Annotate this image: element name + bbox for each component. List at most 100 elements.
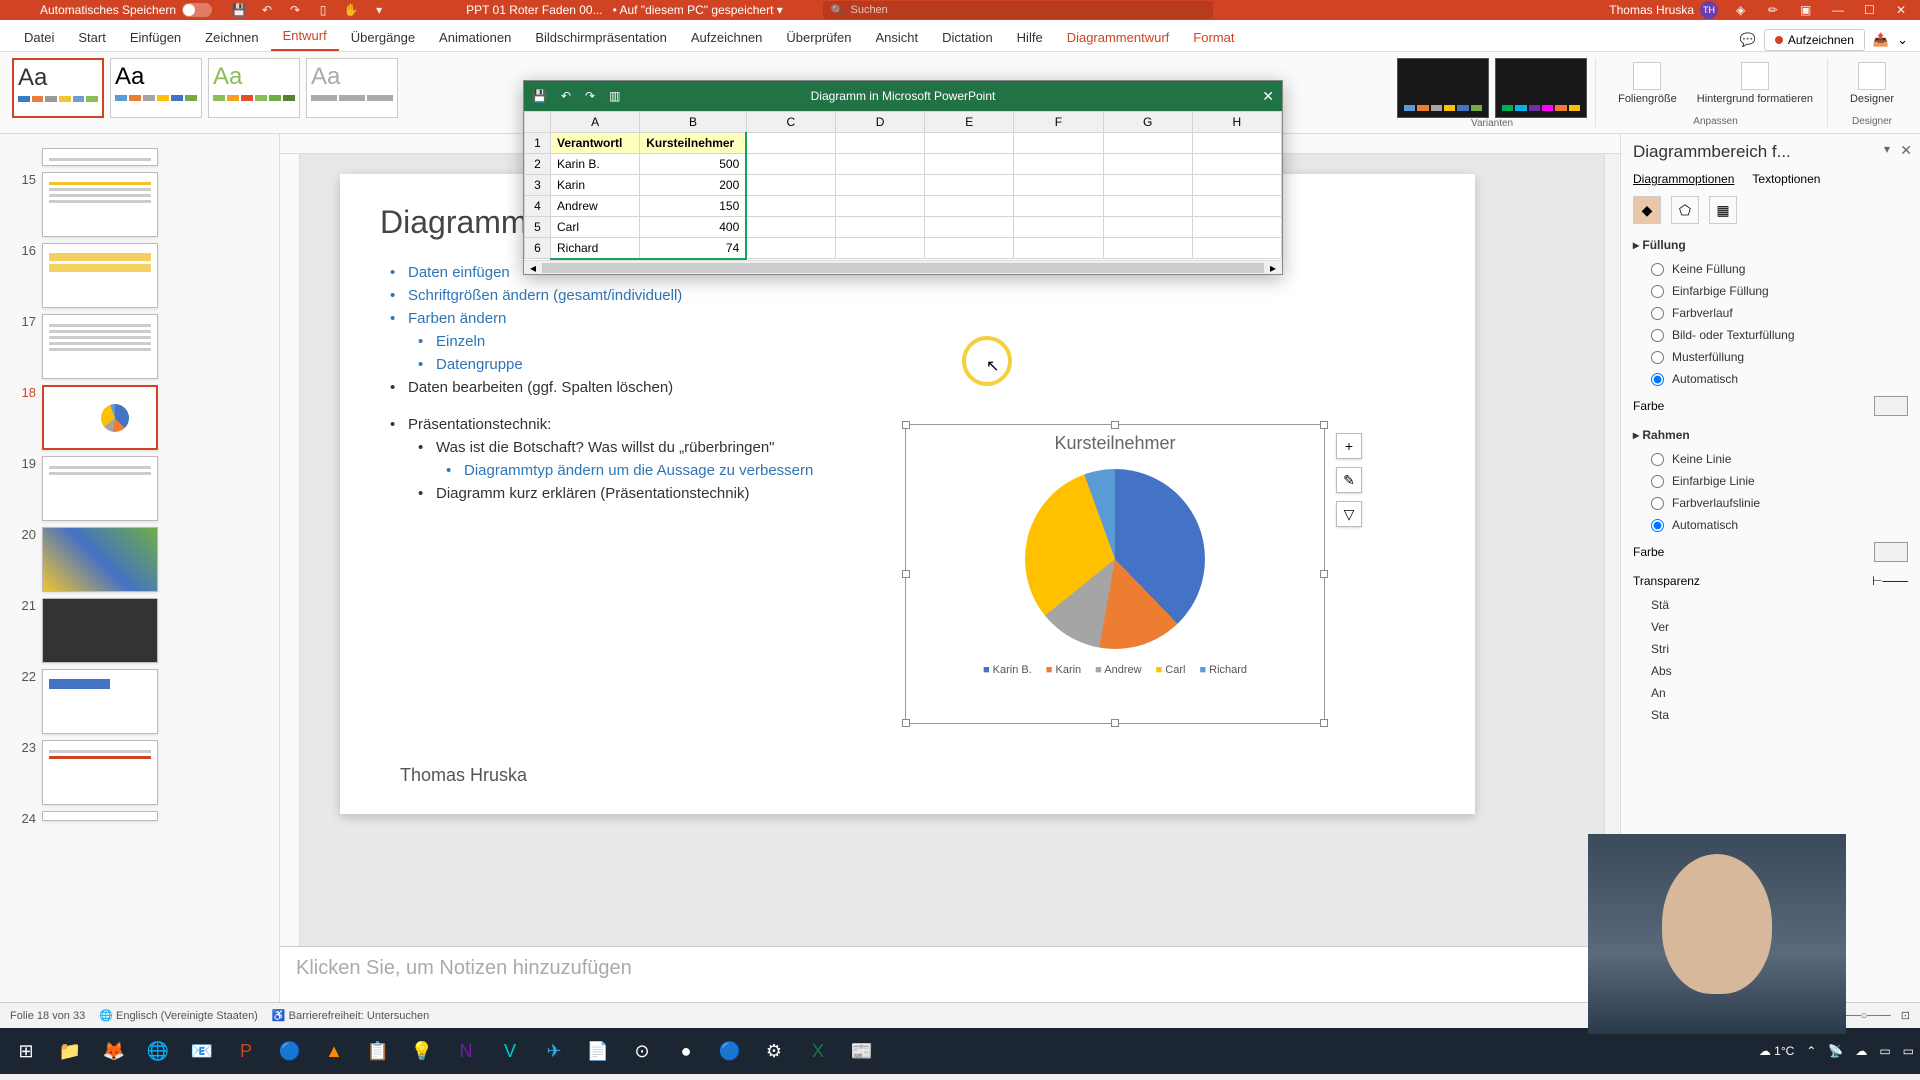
chart-style-button[interactable]: ✎: [1336, 467, 1362, 493]
cell[interactable]: [1014, 175, 1103, 196]
slide-item-15[interactable]: 15: [14, 172, 265, 237]
cell[interactable]: Karin: [551, 175, 640, 196]
transparency-row[interactable]: Transparenz⊢───: [1633, 568, 1908, 594]
cell[interactable]: [1103, 175, 1192, 196]
save-icon[interactable]: 💾: [232, 3, 246, 17]
slide-item-17[interactable]: 17: [14, 314, 265, 379]
touch-icon[interactable]: ✋: [344, 3, 358, 17]
tab-dictation[interactable]: Dictation: [930, 24, 1005, 51]
resize-handle[interactable]: [1320, 719, 1328, 727]
undo-icon[interactable]: ↶: [260, 3, 274, 17]
variant-thumb-1[interactable]: [1397, 58, 1489, 118]
fill-opt-pattern[interactable]: Musterfüllung: [1633, 346, 1908, 368]
cell[interactable]: [746, 217, 835, 238]
tab-datei[interactable]: Datei: [12, 24, 66, 51]
telegram-icon[interactable]: ✈: [534, 1031, 574, 1071]
col-header[interactable]: A: [551, 112, 640, 133]
slide-item-20[interactable]: 20: [14, 527, 265, 592]
effects-icon[interactable]: ⬠: [1671, 196, 1699, 224]
chart-title[interactable]: Kursteilnehmer: [906, 425, 1324, 454]
cell[interactable]: [1192, 175, 1281, 196]
border-opt-none[interactable]: Keine Linie: [1633, 448, 1908, 470]
color-swatch[interactable]: [1874, 542, 1908, 562]
cell[interactable]: [1103, 154, 1192, 175]
onedrive-icon[interactable]: ☁: [1855, 1044, 1867, 1058]
app-icon[interactable]: 📰: [842, 1031, 882, 1071]
app-icon[interactable]: 📄: [578, 1031, 618, 1071]
fill-opt-gradient[interactable]: Farbverlauf: [1633, 302, 1908, 324]
border-color-row[interactable]: Farbe: [1633, 536, 1908, 568]
cell[interactable]: 150: [640, 196, 747, 217]
redo-icon[interactable]: ↷: [288, 3, 302, 17]
cell[interactable]: [835, 217, 924, 238]
tray-icon[interactable]: ▭: [1903, 1044, 1914, 1058]
tab-diagrammentwurf[interactable]: Diagrammentwurf: [1055, 24, 1182, 51]
chart-object[interactable]: Kursteilnehmer Karin B. Karin Andrew Car…: [905, 424, 1325, 724]
explorer-icon[interactable]: 📁: [50, 1031, 90, 1071]
pie-chart[interactable]: [1025, 469, 1205, 649]
cell[interactable]: [1014, 133, 1103, 154]
section-fill[interactable]: ▸ Füllung: [1633, 238, 1908, 252]
slide-item-18[interactable]: 18: [14, 385, 265, 450]
app-icon[interactable]: V: [490, 1031, 530, 1071]
format-bg-button[interactable]: Hintergrund formatieren: [1691, 58, 1819, 109]
tray-icon[interactable]: 📡: [1828, 1044, 1843, 1058]
cell[interactable]: Carl: [551, 217, 640, 238]
row-header[interactable]: 1: [525, 133, 551, 154]
slideshow-icon[interactable]: ▯: [316, 3, 330, 17]
cell[interactable]: [746, 238, 835, 259]
slide-item-16[interactable]: 16: [14, 243, 265, 308]
slide-item-14p[interactable]: [14, 148, 265, 166]
app-icon[interactable]: ⊙: [622, 1031, 662, 1071]
pane-tab-options[interactable]: Diagrammoptionen: [1633, 172, 1734, 186]
resize-handle[interactable]: [1111, 719, 1119, 727]
cell[interactable]: Richard: [551, 238, 640, 259]
slide-item-19[interactable]: 19: [14, 456, 265, 521]
outlook-icon[interactable]: 📧: [182, 1031, 222, 1071]
cell[interactable]: [925, 238, 1014, 259]
col-header[interactable]: D: [835, 112, 924, 133]
cell[interactable]: Karin B.: [551, 154, 640, 175]
cell[interactable]: [925, 217, 1014, 238]
notes-pane[interactable]: Klicken Sie, um Notizen hinzuzufügen: [280, 946, 1620, 1002]
close-icon[interactable]: ✕: [1900, 142, 1912, 159]
cell[interactable]: [835, 133, 924, 154]
fill-line-icon[interactable]: ◆: [1633, 196, 1661, 224]
cell[interactable]: [925, 133, 1014, 154]
excel-title-bar[interactable]: 💾 ↶ ↷ ▥ Diagramm in Microsoft PowerPoint…: [524, 81, 1282, 111]
fit-icon[interactable]: ⊡: [1901, 1009, 1910, 1022]
cell[interactable]: [1014, 238, 1103, 259]
resize-handle[interactable]: [902, 421, 910, 429]
tab-ueberpruefen[interactable]: Überprüfen: [774, 24, 863, 51]
cell[interactable]: [925, 154, 1014, 175]
col-header[interactable]: G: [1103, 112, 1192, 133]
tab-format[interactable]: Format: [1181, 24, 1246, 51]
cell[interactable]: [1192, 238, 1281, 259]
tab-ansicht[interactable]: Ansicht: [863, 24, 930, 51]
cell[interactable]: [835, 196, 924, 217]
vlc-icon[interactable]: ▲: [314, 1031, 354, 1071]
size-props-icon[interactable]: ▦: [1709, 196, 1737, 224]
slide-item-21[interactable]: 21: [14, 598, 265, 663]
cell[interactable]: Verantwortl: [551, 133, 640, 154]
resize-handle[interactable]: [902, 719, 910, 727]
section-border[interactable]: ▸ Rahmen: [1633, 428, 1908, 442]
cell[interactable]: [746, 196, 835, 217]
col-header[interactable]: C: [746, 112, 835, 133]
settings-icon[interactable]: ⚙: [754, 1031, 794, 1071]
cell[interactable]: Andrew: [551, 196, 640, 217]
tab-zeichnen[interactable]: Zeichnen: [193, 24, 270, 51]
app-icon[interactable]: ●: [666, 1031, 706, 1071]
row-header[interactable]: 5: [525, 217, 551, 238]
theme-thumb-1[interactable]: Aa: [12, 58, 104, 118]
start-icon[interactable]: ⊞: [6, 1031, 46, 1071]
col-header[interactable]: H: [1192, 112, 1281, 133]
excel-grid[interactable]: A B C D E F G H 1 Verantwortl Kursteilne…: [524, 111, 1282, 274]
more-icon[interactable]: ▾: [372, 3, 386, 17]
cell[interactable]: 400: [640, 217, 747, 238]
app-icon[interactable]: 🔵: [710, 1031, 750, 1071]
border-opt-gradient[interactable]: Farbverlaufslinie: [1633, 492, 1908, 514]
resize-handle[interactable]: [902, 570, 910, 578]
collapse-icon[interactable]: ▾: [1884, 142, 1890, 156]
slide-item-23[interactable]: 23: [14, 740, 265, 805]
